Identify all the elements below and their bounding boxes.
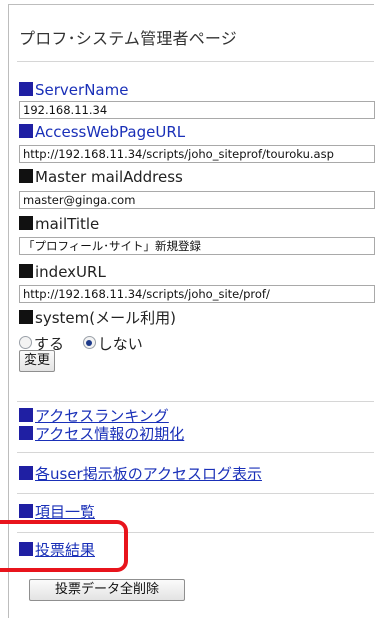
radio-off-icon[interactable] [19, 336, 32, 349]
change-button[interactable]: 変更 [19, 350, 55, 372]
blue-square-icon [19, 466, 33, 480]
black-square-icon [19, 310, 33, 324]
blue-square-icon [19, 426, 33, 440]
blue-square-icon [19, 82, 33, 96]
black-square-icon [19, 216, 33, 230]
divider [17, 493, 374, 494]
access-url-field[interactable]: http://192.168.11.34/scripts/joho_sitepr… [19, 145, 375, 163]
radio-option-off[interactable]: しない [82, 333, 143, 354]
item-list-text: 項目一覧 [35, 503, 96, 521]
access-ranking-text: アクセスランキング [35, 407, 169, 425]
access-url-label: AccessWebPageURL [19, 123, 185, 141]
user-board-log-text: 各user掲示板のアクセスログ表示 [35, 465, 262, 483]
delete-vote-data-button[interactable]: 投票データ全削除 [29, 579, 185, 601]
master-mail-field[interactable]: master@ginga.com [19, 191, 375, 209]
user-board-log-link[interactable]: 各user掲示板のアクセスログ表示 [19, 465, 262, 483]
index-url-field[interactable]: http://192.168.11.34/scripts/joho_site/p… [19, 285, 375, 303]
master-mail-label-text: Master mailAddress [35, 168, 183, 186]
blue-square-icon [19, 408, 33, 422]
access-url-label-text: AccessWebPageURL [35, 123, 186, 141]
black-square-icon [19, 169, 33, 183]
index-url-label: indexURL [19, 263, 106, 281]
radio-on-icon[interactable] [82, 336, 96, 349]
item-list-link[interactable]: 項目一覧 [19, 503, 95, 521]
divider [17, 61, 374, 62]
access-ranking-link[interactable]: アクセスランキング [19, 407, 169, 425]
access-reset-text: アクセス情報の初期化 [35, 425, 185, 443]
access-reset-link[interactable]: アクセス情報の初期化 [19, 425, 184, 443]
highlight-box [0, 520, 128, 572]
blue-square-icon [19, 504, 33, 518]
server-name-label: ServerName [19, 81, 128, 99]
radio-option-off-label: しない [97, 335, 143, 353]
system-label: system(メール利用) [19, 309, 176, 327]
divider [17, 401, 374, 402]
mail-title-field[interactable]: 「プロフィール･サイト」新規登録 [19, 237, 375, 255]
index-url-label-text: indexURL [35, 263, 106, 281]
server-name-label-text: ServerName [35, 81, 129, 99]
blue-square-icon [19, 124, 33, 138]
page-title: プロフ･システム管理者ページ [19, 29, 238, 48]
master-mail-label: Master mailAddress [19, 168, 183, 186]
black-square-icon [19, 264, 33, 278]
system-label-text: system(メール利用) [35, 309, 176, 327]
divider [17, 452, 374, 453]
server-name-field[interactable]: 192.168.11.34 [19, 101, 375, 119]
mail-title-label: mailTitle [19, 215, 99, 233]
mail-title-label-text: mailTitle [35, 215, 100, 233]
